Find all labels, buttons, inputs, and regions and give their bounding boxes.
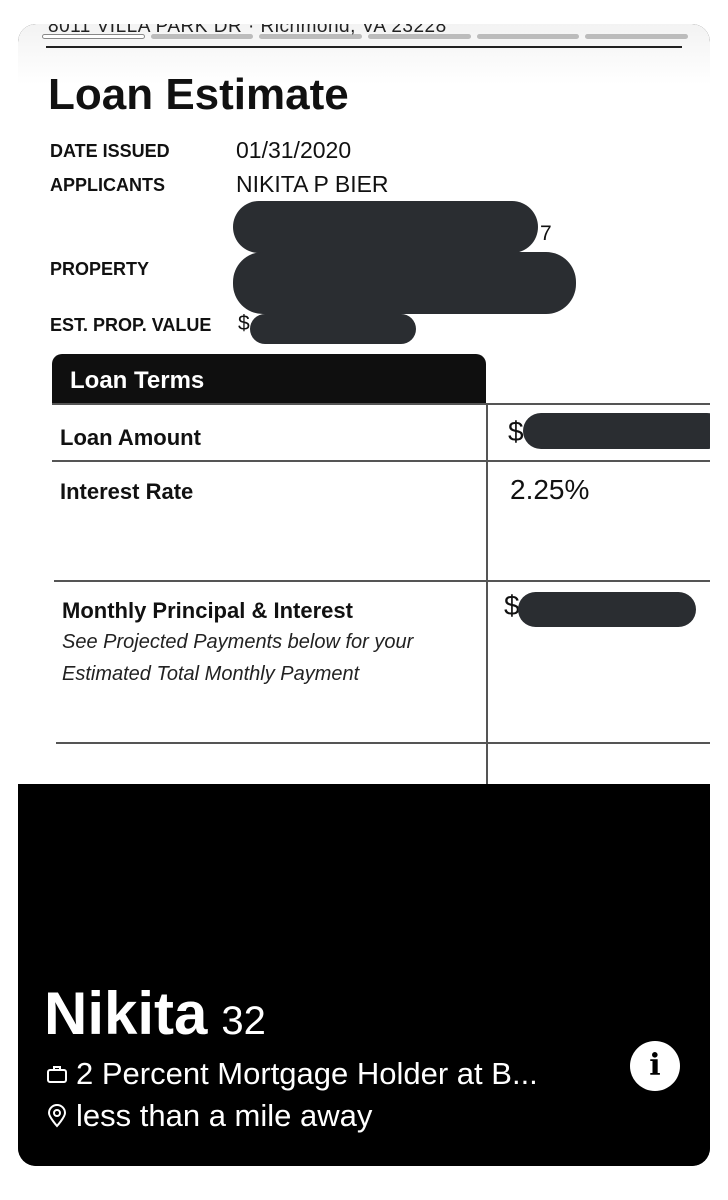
photo-progress-bar[interactable] xyxy=(368,34,471,39)
loan-amount-prefix: $ xyxy=(508,416,524,447)
name-age-line: Nikita 32 xyxy=(44,979,266,1048)
table-rule xyxy=(52,403,710,405)
photo-progress-bar[interactable] xyxy=(259,34,363,39)
profile-info-panel[interactable]: Nikita 32 2 Percent Mortgage Holder at B.… xyxy=(18,784,710,1166)
applicants-label: APPLICANTS xyxy=(50,175,166,195)
job-text: 2 Percent Mortgage Holder at B... xyxy=(76,1056,538,1091)
photo-progress-bar[interactable] xyxy=(585,34,689,39)
photo-progress-bar[interactable] xyxy=(476,34,580,39)
location-pin-icon xyxy=(47,1104,67,1128)
profile-age: 32 xyxy=(221,999,266,1043)
redaction-bar xyxy=(250,314,416,344)
profile-name: Nikita xyxy=(44,980,208,1047)
briefcase-icon xyxy=(47,1066,67,1083)
date-issued-value: 01/31/2020 xyxy=(236,137,352,163)
photo-progress-bar[interactable] xyxy=(42,34,145,39)
redaction-bar xyxy=(518,592,696,627)
monthly-payment-label: Monthly Principal & Interest xyxy=(62,598,353,623)
distance-text: less than a mile away xyxy=(76,1098,373,1133)
applicants-value: NIKITA P BIER xyxy=(236,171,389,197)
partial-digit: 7 xyxy=(540,222,552,245)
table-rule xyxy=(52,460,710,462)
document-divider xyxy=(46,46,682,48)
redaction-bar xyxy=(233,252,576,314)
document-title: Loan Estimate xyxy=(48,70,349,119)
loan-amount-label: Loan Amount xyxy=(60,425,201,450)
distance-line: less than a mile away xyxy=(46,1098,372,1134)
interest-rate-label: Interest Rate xyxy=(60,479,194,504)
loan-terms-heading: Loan Terms xyxy=(52,354,486,404)
job-line: 2 Percent Mortgage Holder at B... xyxy=(46,1056,538,1092)
table-rule xyxy=(56,742,710,744)
photo-progress-bars xyxy=(42,34,689,39)
profile-photo[interactable]: 8011 VILLA PARK DR · Richmond, VA 23228 … xyxy=(18,24,710,784)
monthly-payment-note-line-1: See Projected Payments below for your xyxy=(62,631,414,653)
table-column-rule xyxy=(486,403,488,784)
est-prop-value-prefix: $ xyxy=(238,312,250,335)
date-issued-label: DATE ISSUED xyxy=(50,141,170,161)
photo-progress-bar[interactable] xyxy=(150,34,254,39)
est-prop-value-label: EST. PROP. VALUE xyxy=(50,315,212,335)
info-icon[interactable]: i xyxy=(630,1041,680,1091)
table-rule xyxy=(54,580,710,582)
redaction-bar xyxy=(233,201,538,253)
monthly-payment-note-line-2: Estimated Total Monthly Payment xyxy=(62,663,360,685)
redaction-bar xyxy=(523,413,710,449)
property-label: PROPERTY xyxy=(50,259,150,279)
profile-card[interactable]: 8011 VILLA PARK DR · Richmond, VA 23228 … xyxy=(18,24,710,1166)
interest-rate-value: 2.25% xyxy=(510,474,590,505)
